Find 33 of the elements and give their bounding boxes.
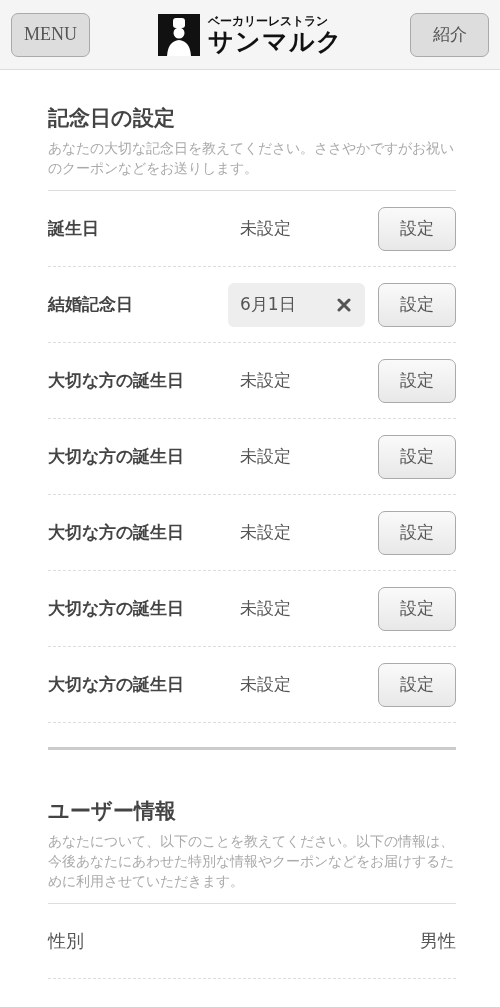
info-label: 性別 — [48, 929, 84, 953]
date-value: 未設定 — [240, 369, 291, 392]
set-button[interactable]: 設定 — [378, 510, 456, 555]
set-button[interactable]: 設定 — [378, 662, 456, 707]
set-button[interactable]: 設定 — [378, 206, 456, 251]
anniversary-label: 大切な方の誕生日 — [48, 445, 185, 468]
date-value: 未設定 — [240, 217, 291, 240]
anniversary-label: 大切な方の誕生日 — [48, 597, 185, 620]
section-title: ユーザー情報 — [48, 798, 177, 825]
date-value: 未設定 — [240, 597, 291, 620]
logo-name: サンマルク — [207, 27, 343, 56]
anniversary-label: 結婚記念日 — [48, 293, 134, 316]
section-title: 記念日の設定 — [48, 105, 176, 132]
set-button[interactable]: 設定 — [378, 586, 456, 631]
anniversary-label: 誕生日 — [48, 217, 100, 240]
anniversary-label: 大切な方の誕生日 — [48, 673, 185, 696]
section-description: あなたの大切な記念日を教えてください。ささやかですがお祝いのクーポンなどをお送りします。 — [48, 138, 456, 191]
menu-button[interactable]: MENU — [11, 12, 90, 57]
date-value: 未設定 — [240, 521, 291, 544]
set-button[interactable]: 設定 — [378, 282, 456, 327]
section-description: あなたについて、以下のことを教えてください。以下の情報は、今後あなたにあわせた特別な情報やクーポンなどをお届けするために利用させていただきます。 — [48, 831, 456, 904]
date-value: 未設定 — [240, 673, 291, 696]
date-value: 未設定 — [240, 445, 291, 468]
chef-logo-icon — [157, 13, 200, 56]
set-button[interactable]: 設定 — [378, 358, 456, 403]
set-button[interactable]: 設定 — [378, 434, 456, 479]
anniversary-label: 大切な方の誕生日 — [48, 521, 185, 544]
logo-subtitle: ベーカリーレストラン — [207, 13, 328, 28]
clear-icon[interactable] — [337, 297, 351, 312]
intro-button[interactable]: 紹介 — [410, 12, 489, 57]
anniversary-label: 大切な方の誕生日 — [48, 369, 185, 392]
info-value[interactable]: 男性 — [420, 929, 456, 953]
date-value: 6月1日 — [240, 293, 296, 316]
